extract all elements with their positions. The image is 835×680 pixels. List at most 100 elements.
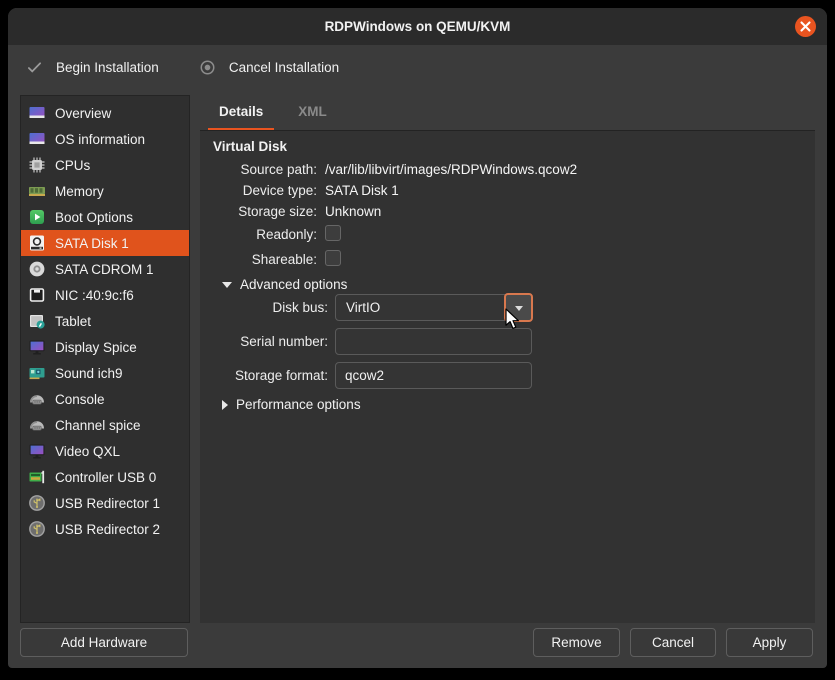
apply-button[interactable]: Apply xyxy=(726,628,813,657)
add-hardware-button[interactable]: Add Hardware xyxy=(20,628,188,657)
shareable-checkbox[interactable] xyxy=(325,250,341,266)
sidebar-item-label: Controller USB 0 xyxy=(55,470,156,485)
remove-button[interactable]: Remove xyxy=(533,628,620,657)
sidebar-item-os-information[interactable]: OS information xyxy=(21,126,189,152)
disk-bus-value: VirtIO xyxy=(346,300,380,315)
sidebar-item-display-spice[interactable]: Display Spice xyxy=(21,334,189,360)
device-type-value: SATA Disk 1 xyxy=(325,183,577,198)
sidebar-item-cpus[interactable]: CPUs xyxy=(21,152,189,178)
close-icon xyxy=(800,21,811,32)
close-button[interactable] xyxy=(795,16,816,37)
sidebar-item-label: Overview xyxy=(55,106,111,121)
serial-number-input[interactable] xyxy=(335,328,532,355)
vm-details-window: RDPWindows on QEMU/KVM Begin Installatio… xyxy=(8,8,827,668)
disk-info-grid: Source path: /var/lib/libvirt/images/RDP… xyxy=(213,162,577,269)
channel-icon xyxy=(28,416,46,434)
memory-icon xyxy=(28,182,46,200)
disk-bus-dropdown-button[interactable] xyxy=(504,293,533,322)
sidebar-item-label: Channel spice xyxy=(55,418,141,433)
sidebar-item-sata-disk-1[interactable]: SATA Disk 1 xyxy=(21,230,189,256)
readonly-label: Readonly: xyxy=(213,227,317,242)
titlebar: RDPWindows on QEMU/KVM xyxy=(8,8,827,45)
storage-format-input[interactable] xyxy=(335,362,532,389)
advanced-options-form: Disk bus: VirtIO Serial number: Storage … xyxy=(213,294,532,389)
sidebar-item-console[interactable]: Console xyxy=(21,386,189,412)
begin-installation-button[interactable]: Begin Installation xyxy=(26,59,159,76)
sidebar-item-controller-usb-0[interactable]: Controller USB 0 xyxy=(21,464,189,490)
tab-details[interactable]: Details xyxy=(208,104,274,131)
hardware-list: Overview OS information CPUs xyxy=(20,95,190,623)
overview-icon xyxy=(28,104,46,122)
section-title: Virtual Disk xyxy=(213,139,287,154)
sidebar-item-label: Boot Options xyxy=(55,210,133,225)
advanced-options-label: Advanced options xyxy=(240,277,347,292)
nic-icon xyxy=(28,286,46,304)
os-info-icon xyxy=(28,130,46,148)
sidebar-item-usb-redirector-1[interactable]: USB Redirector 1 xyxy=(21,490,189,516)
source-path-label: Source path: xyxy=(213,162,317,177)
serial-number-label: Serial number: xyxy=(213,334,328,349)
console-icon xyxy=(28,390,46,408)
sidebar-item-label: Console xyxy=(55,392,105,407)
cdrom-icon xyxy=(28,260,46,278)
tab-xml[interactable]: XML xyxy=(287,104,338,131)
begin-installation-label: Begin Installation xyxy=(56,60,159,75)
cancel-installation-label: Cancel Installation xyxy=(229,60,339,75)
sidebar-item-usb-redirector-2[interactable]: USB Redirector 2 xyxy=(21,516,189,542)
stop-circle-icon xyxy=(199,59,216,76)
sidebar-item-channel-spice[interactable]: Channel spice xyxy=(21,412,189,438)
toolbar: Begin Installation Cancel Installation xyxy=(8,45,827,89)
sidebar-item-label: NIC :40:9c:f6 xyxy=(55,288,134,303)
storage-format-label: Storage format: xyxy=(213,368,328,383)
sidebar-item-boot-options[interactable]: Boot Options xyxy=(21,204,189,230)
sidebar-item-label: SATA CDROM 1 xyxy=(55,262,154,277)
sidebar-item-label: Video QXL xyxy=(55,444,120,459)
window-title: RDPWindows on QEMU/KVM xyxy=(325,19,511,34)
storage-size-value: Unknown xyxy=(325,204,577,219)
sidebar-item-nic[interactable]: NIC :40:9c:f6 xyxy=(21,282,189,308)
device-type-label: Device type: xyxy=(213,183,317,198)
performance-options-label: Performance options xyxy=(236,397,361,412)
sidebar-item-label: Tablet xyxy=(55,314,91,329)
sidebar-item-label: CPUs xyxy=(55,158,90,173)
usb-redirector-icon xyxy=(28,494,46,512)
cancel-installation-button[interactable]: Cancel Installation xyxy=(199,59,339,76)
usb-controller-icon xyxy=(28,468,46,486)
readonly-checkbox[interactable] xyxy=(325,225,341,241)
advanced-options-expander[interactable]: Advanced options xyxy=(222,277,347,292)
storage-size-label: Storage size: xyxy=(213,204,317,219)
details-panel: Virtual Disk Source path: /var/lib/libvi… xyxy=(200,130,815,623)
sidebar-item-label: SATA Disk 1 xyxy=(55,236,129,251)
sidebar-item-label: Memory xyxy=(55,184,104,199)
usb-redirector-icon xyxy=(28,520,46,538)
sound-icon xyxy=(28,364,46,382)
sidebar-item-overview[interactable]: Overview xyxy=(21,100,189,126)
cancel-button[interactable]: Cancel xyxy=(630,628,716,657)
display-icon xyxy=(28,338,46,356)
disk-icon xyxy=(28,234,46,252)
sidebar-item-sound-ich9[interactable]: Sound ich9 xyxy=(21,360,189,386)
shareable-label: Shareable: xyxy=(213,252,317,267)
disk-bus-combobox[interactable]: VirtIO xyxy=(335,294,532,321)
chevron-right-icon xyxy=(222,400,228,410)
chevron-down-icon xyxy=(222,282,232,288)
cpu-icon xyxy=(28,156,46,174)
source-path-value: /var/lib/libvirt/images/RDPWindows.qcow2 xyxy=(325,162,577,177)
sidebar-item-label: Sound ich9 xyxy=(55,366,123,381)
sidebar-item-sata-cdrom-1[interactable]: SATA CDROM 1 xyxy=(21,256,189,282)
sidebar-item-label: USB Redirector 1 xyxy=(55,496,160,511)
performance-options-expander[interactable]: Performance options xyxy=(222,397,361,412)
dropdown-arrow-icon xyxy=(515,306,523,311)
video-icon xyxy=(28,442,46,460)
sidebar-item-label: OS information xyxy=(55,132,145,147)
detail-tabs: Details XML xyxy=(208,104,338,131)
tablet-icon xyxy=(28,312,46,330)
sidebar-item-tablet[interactable]: Tablet xyxy=(21,308,189,334)
sidebar-item-memory[interactable]: Memory xyxy=(21,178,189,204)
boot-options-icon xyxy=(28,208,46,226)
sidebar-item-video-qxl[interactable]: Video QXL xyxy=(21,438,189,464)
checkmark-icon xyxy=(26,59,43,76)
sidebar-item-label: USB Redirector 2 xyxy=(55,522,160,537)
disk-bus-label: Disk bus: xyxy=(213,300,328,315)
sidebar-item-label: Display Spice xyxy=(55,340,137,355)
